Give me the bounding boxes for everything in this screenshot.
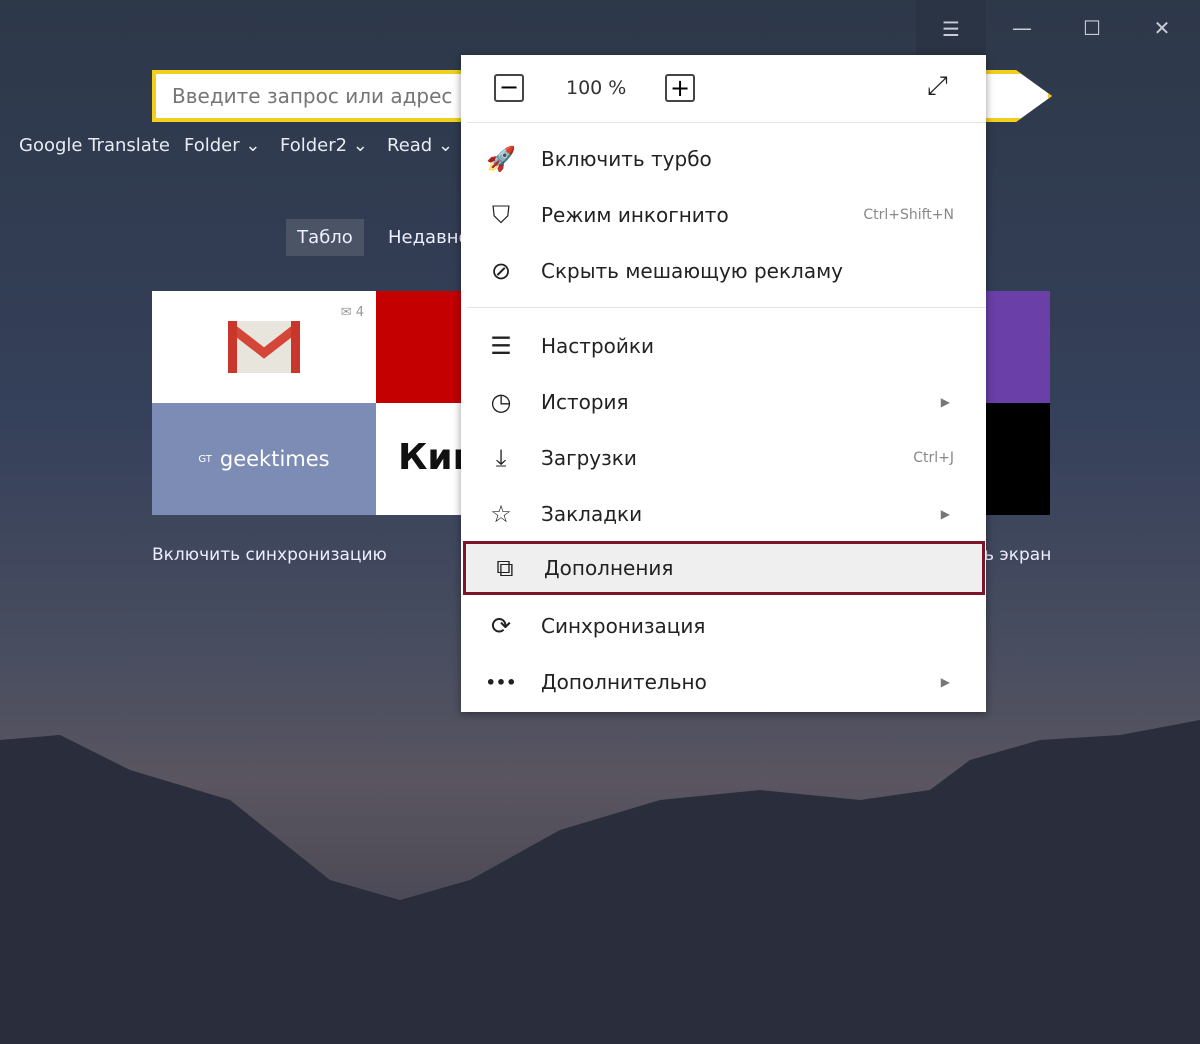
- menu-item-label: Загрузки: [541, 446, 637, 470]
- submenu-arrow-icon: ▶: [940, 507, 950, 521]
- tile-gmail[interactable]: ✉ 4: [152, 291, 376, 403]
- sliders-icon: ☰: [490, 332, 512, 360]
- divider: [467, 307, 986, 308]
- zoom-in-button[interactable]: +: [665, 74, 695, 102]
- zoom-out-button[interactable]: −: [494, 74, 524, 102]
- zoom-level: 100 %: [566, 77, 627, 99]
- browser-menu: − 100 % + ⤢ 🚀 Включить турбо ⛉ Режим инког…: [461, 55, 986, 712]
- bookmark-read[interactable]: Read ⌄: [387, 135, 453, 156]
- submenu-arrow-icon: ▶: [940, 395, 950, 409]
- addons-icon: ⧉: [496, 554, 514, 582]
- menu-item-sync[interactable]: ⟳ Синхронизация: [461, 598, 986, 654]
- download-icon: ⤓: [495, 444, 507, 472]
- mask-icon: ⛉: [492, 201, 510, 229]
- menu-item-turbo[interactable]: 🚀 Включить турбо: [461, 131, 986, 187]
- menu-item-label: Дополнения: [544, 556, 674, 580]
- enable-sync-link[interactable]: Включить синхронизацию: [152, 545, 387, 565]
- menu-item-label: Дополнительно: [541, 670, 707, 694]
- maximize-button[interactable]: ☐: [1072, 8, 1112, 48]
- rocket-icon: 🚀: [486, 145, 516, 173]
- bookmark-folder2[interactable]: Folder2 ⌄: [280, 135, 368, 156]
- mail-count-badge: ✉ 4: [340, 305, 364, 320]
- submenu-arrow-icon: ▶: [940, 675, 950, 689]
- menu-item-label: Скрыть мешающую рекламу: [541, 259, 844, 283]
- tab-recent[interactable]: Недавно: [388, 219, 469, 256]
- menu-item-addons[interactable]: ⧉ Дополнения: [463, 541, 985, 595]
- tab-tablo[interactable]: Табло: [286, 219, 364, 256]
- menu-item-history[interactable]: ◷ История ▶: [461, 374, 986, 430]
- menu-item-downloads[interactable]: ⤓ Загрузки Ctrl+J: [461, 430, 986, 486]
- menu-item-label: Режим инкогнито: [541, 203, 729, 227]
- hamburger-icon: ☰: [942, 17, 960, 41]
- menu-item-more[interactable]: ••• Дополнительно ▶: [461, 654, 986, 710]
- tile-label: geektimes: [219, 447, 330, 471]
- menu-item-label: История: [541, 390, 629, 414]
- minimize-button[interactable]: —: [1002, 8, 1042, 48]
- menu-item-incognito[interactable]: ⛉ Режим инкогнито Ctrl+Shift+N: [461, 187, 986, 243]
- menu-item-settings[interactable]: ☰ Настройки: [461, 318, 986, 374]
- menu-item-bookmarks[interactable]: ☆ Закладки ▶: [461, 486, 986, 542]
- close-button[interactable]: ✕: [1142, 8, 1182, 48]
- geektimes-logo-icon: GT: [198, 453, 212, 465]
- menu-item-label: Настройки: [541, 334, 654, 358]
- shortcut: Ctrl+Shift+N: [863, 207, 954, 223]
- menu-item-label: Включить турбо: [541, 147, 712, 171]
- tile-geektimes[interactable]: GT geektimes: [152, 403, 376, 515]
- shortcut: Ctrl+J: [913, 450, 954, 466]
- block-icon: ⊘: [490, 257, 512, 285]
- divider: [467, 122, 986, 123]
- bookmark-google-translate[interactable]: Google Translate: [19, 135, 170, 156]
- menu-item-label: Закладки: [541, 502, 643, 526]
- gmail-logo-icon: [228, 321, 300, 373]
- menu-item-label: Синхронизация: [541, 614, 706, 638]
- fullscreen-icon[interactable]: ⤢: [927, 71, 948, 102]
- browser-menu-button[interactable]: ☰: [916, 0, 986, 55]
- bookmark-folder[interactable]: Folder ⌄: [184, 135, 260, 156]
- menu-item-block-ads[interactable]: ⊘ Скрыть мешающую рекламу: [461, 243, 986, 299]
- sync-icon: ⟳: [490, 612, 512, 640]
- screen-link[interactable]: ь экран: [984, 545, 1051, 565]
- more-icon: •••: [485, 672, 517, 692]
- clock-icon: ◷: [490, 388, 512, 416]
- star-icon: ☆: [490, 500, 512, 528]
